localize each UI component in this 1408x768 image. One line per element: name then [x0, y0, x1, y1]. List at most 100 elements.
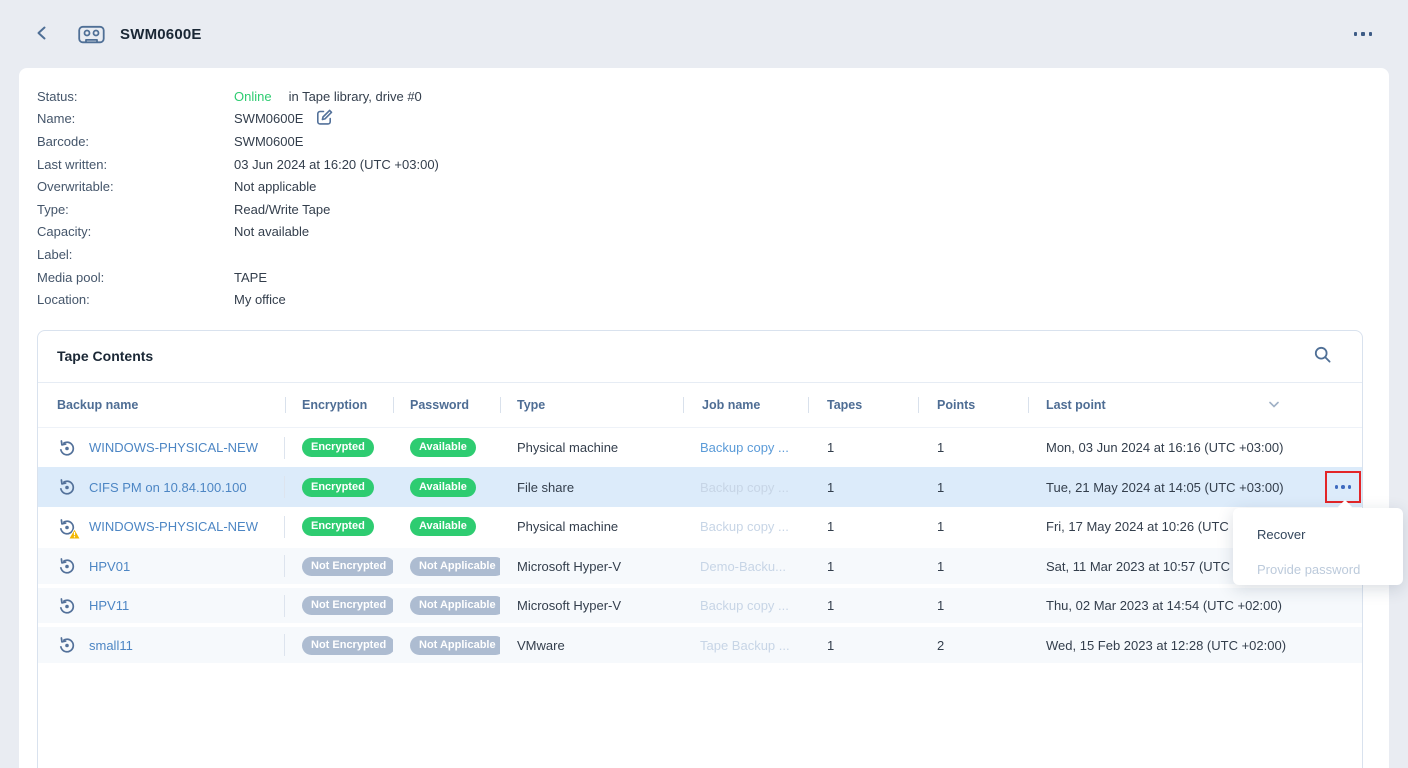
- password-badge: Not Applicable: [410, 596, 500, 615]
- backup-name-link[interactable]: small11: [89, 638, 133, 653]
- column-label: Type: [517, 398, 545, 412]
- tape-details-panel: Status: Online in Tape library, drive #0…: [19, 68, 1389, 768]
- table-row[interactable]: CIFS PM on 10.84.100.100 Encrypted Avail…: [38, 467, 1362, 507]
- job-name-link[interactable]: Backup copy ...: [700, 440, 789, 455]
- detail-row: Status: Online in Tape library, drive #0: [37, 85, 1389, 108]
- type-cell: Physical machine: [500, 440, 683, 455]
- type-cell: Microsoft Hyper-V: [500, 598, 683, 613]
- table-column-header[interactable]: Backup name: [38, 398, 285, 412]
- sort-chevron-icon[interactable]: [1268, 398, 1280, 412]
- table-row[interactable]: small11 Not Encrypted.. Not Applicable. …: [38, 625, 1362, 665]
- context-menu-item[interactable]: Recover: [1233, 517, 1403, 552]
- type-cell: Microsoft Hyper-V: [500, 559, 683, 574]
- job-name-link[interactable]: Demo-Backu...: [700, 559, 786, 574]
- table-row[interactable]: WINDOWS-PHYSICAL-NEW Encrypted Available…: [38, 507, 1362, 547]
- encryption-badge: Encrypted: [302, 517, 374, 536]
- menu-item-label: Recover: [1257, 527, 1305, 542]
- tape-contents-title: Tape Contents: [57, 348, 153, 364]
- detail-label: Overwritable:: [37, 179, 234, 194]
- points-cell: 2: [918, 638, 1028, 653]
- encryption-badge: Not Encrypted: [302, 636, 393, 655]
- detail-status-suffix: in Tape library, drive #0: [289, 89, 422, 104]
- backup-name-link[interactable]: WINDOWS-PHYSICAL-NEW: [89, 519, 258, 534]
- column-label: Encryption: [302, 398, 367, 412]
- more-actions-button[interactable]: [1354, 32, 1373, 36]
- search-button[interactable]: [1313, 345, 1332, 367]
- restore-point-icon: [57, 517, 77, 537]
- detail-row: Label:: [37, 243, 1389, 266]
- backup-name-link[interactable]: HPV01: [89, 559, 130, 574]
- restore-point-icon: [57, 438, 77, 458]
- restore-point-icon: [57, 635, 77, 655]
- table-column-header[interactable]: Last point: [1028, 398, 1362, 412]
- column-label: Points: [937, 398, 975, 412]
- detail-value: My office: [234, 292, 286, 307]
- detail-label: Type:: [37, 202, 234, 217]
- backup-name-link[interactable]: CIFS PM on 10.84.100.100: [89, 480, 247, 495]
- detail-row: Name: SWM0600E: [37, 108, 1389, 131]
- table-column-header[interactable]: Tapes: [808, 398, 918, 412]
- type-cell: File share: [500, 480, 683, 495]
- tapes-cell: 1: [808, 519, 918, 534]
- detail-row: Last written: 03 Jun 2024 at 16:20 (UTC …: [37, 153, 1389, 176]
- column-label: Backup name: [57, 398, 138, 412]
- context-menu: Recover Provide password: [1233, 508, 1403, 585]
- table-row[interactable]: WINDOWS-PHYSICAL-NEW Encrypted Available…: [38, 428, 1362, 468]
- backup-name-link[interactable]: HPV11: [89, 598, 129, 613]
- job-name-link[interactable]: Tape Backup ...: [700, 638, 790, 653]
- detail-value: SWM0600E: [234, 111, 303, 126]
- type-cell: VMware: [500, 638, 683, 653]
- password-badge: Available: [410, 438, 476, 457]
- detail-row: Overwritable: Not applicable: [37, 175, 1389, 198]
- last-point-cell: Tue, 21 May 2024 at 14:05 (UTC +03:00): [1028, 480, 1362, 495]
- table-column-header[interactable]: Encryption: [285, 398, 393, 412]
- detail-label: Location:: [37, 292, 234, 307]
- detail-label: Status:: [37, 89, 234, 104]
- chevron-left-icon: [33, 24, 51, 45]
- back-button[interactable]: [33, 24, 51, 45]
- detail-label: Media pool:: [37, 270, 234, 285]
- page-title: SWM0600E: [120, 26, 202, 43]
- detail-label: Barcode:: [37, 134, 234, 149]
- column-label: Tapes: [827, 398, 862, 412]
- encryption-badge: Not Encrypted: [302, 557, 393, 576]
- job-name-link[interactable]: Backup copy ...: [700, 598, 789, 613]
- table-column-header[interactable]: Password: [393, 398, 500, 412]
- column-label: Last point: [1046, 398, 1106, 412]
- context-menu-item[interactable]: Provide password: [1233, 552, 1403, 587]
- encryption-badge: Encrypted: [302, 478, 374, 497]
- edit-name-button[interactable]: [315, 108, 334, 130]
- table-row[interactable]: HPV11 Not Encrypted.. Not Applicable. Mi…: [38, 586, 1362, 626]
- detail-label: Name:: [37, 111, 234, 126]
- column-label: Password: [410, 398, 469, 412]
- encryption-badge: Not Encrypted: [302, 596, 393, 615]
- top-bar: SWM0600E: [0, 0, 1408, 68]
- points-cell: 1: [918, 480, 1028, 495]
- column-label: Job name: [702, 398, 760, 412]
- tapes-cell: 1: [808, 440, 918, 455]
- backup-name-link[interactable]: WINDOWS-PHYSICAL-NEW: [89, 440, 258, 455]
- row-actions-button[interactable]: [1325, 471, 1361, 503]
- points-cell: 1: [918, 598, 1028, 613]
- detail-row: Location: My office: [37, 288, 1389, 311]
- detail-label: Label:: [37, 247, 234, 262]
- detail-label: Last written:: [37, 157, 234, 172]
- job-name-link[interactable]: Backup copy ...: [700, 480, 789, 495]
- tape-contents-card: Tape Contents Backup name Encryption Pas…: [37, 330, 1363, 768]
- tapes-cell: 1: [808, 480, 918, 495]
- last-point-cell: Wed, 15 Feb 2023 at 12:28 (UTC +02:00): [1028, 638, 1362, 653]
- detail-value: Not applicable: [234, 179, 316, 194]
- password-badge: Not Applicable: [410, 557, 500, 576]
- job-name-link[interactable]: Backup copy ...: [700, 519, 789, 534]
- detail-value: 03 Jun 2024 at 16:20 (UTC +03:00): [234, 157, 439, 172]
- detail-value: Not available: [234, 224, 309, 239]
- type-cell: Physical machine: [500, 519, 683, 534]
- password-badge: Available: [410, 478, 476, 497]
- detail-row: Capacity: Not available: [37, 221, 1389, 244]
- table-row[interactable]: HPV01 Not Encrypted.. Not Applicable. Mi…: [38, 546, 1362, 586]
- table-column-header[interactable]: Points: [918, 398, 1028, 412]
- table-column-header[interactable]: Job name: [683, 398, 808, 412]
- menu-item-label: Provide password: [1257, 562, 1360, 577]
- edit-icon: [315, 108, 334, 130]
- table-column-header[interactable]: Type: [500, 398, 683, 412]
